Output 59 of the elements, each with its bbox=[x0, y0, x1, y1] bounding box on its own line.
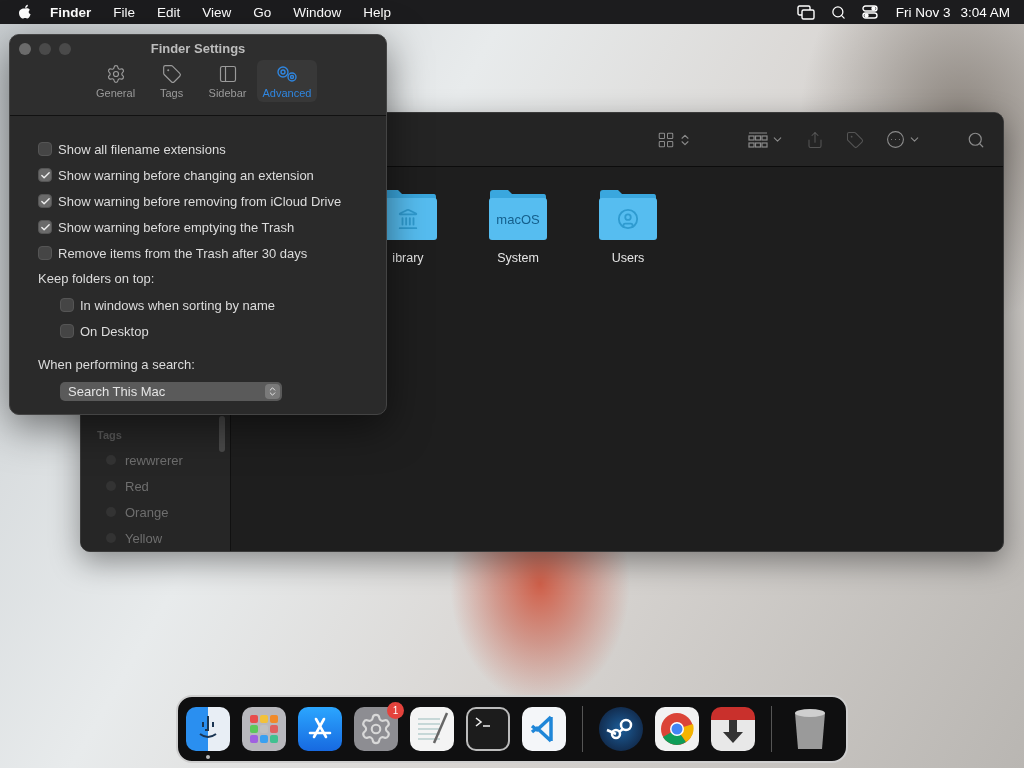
menu-item[interactable]: Go bbox=[253, 4, 272, 20]
close-button[interactable] bbox=[19, 43, 31, 55]
app-grid-icon[interactable] bbox=[242, 707, 286, 751]
tag-icon bbox=[161, 64, 182, 84]
option-label: Show warning before changing an extension bbox=[58, 167, 314, 183]
stepper-icon bbox=[265, 384, 280, 399]
checkbox[interactable] bbox=[38, 220, 52, 234]
checkbox[interactable] bbox=[38, 246, 52, 260]
more-icon[interactable] bbox=[886, 130, 905, 149]
option-label: Show warning before emptying the Trash bbox=[58, 219, 295, 235]
time-text[interactable]: 3:04 AM bbox=[960, 4, 1010, 20]
checkbox[interactable] bbox=[60, 324, 74, 338]
window-title: Finder Settings bbox=[150, 41, 246, 56]
tab[interactable]: Tags bbox=[144, 60, 199, 102]
app-store-icon[interactable] bbox=[298, 707, 342, 751]
sidebar-icon bbox=[217, 64, 238, 84]
menu-item[interactable]: Edit bbox=[157, 4, 181, 20]
menu-item[interactable]: File bbox=[113, 4, 136, 20]
menu-item[interactable]: View bbox=[202, 4, 232, 20]
option-label: On Desktop bbox=[80, 323, 149, 339]
checkbox[interactable] bbox=[38, 142, 52, 156]
menu-item[interactable]: Window bbox=[293, 4, 342, 20]
scrollbar[interactable] bbox=[219, 416, 225, 452]
menu-item[interactable]: Finder bbox=[50, 4, 92, 20]
checkbox[interactable] bbox=[38, 168, 52, 182]
checkbox[interactable] bbox=[38, 194, 52, 208]
checkbox[interactable] bbox=[60, 298, 74, 312]
option-label: Show all filename extensions bbox=[58, 141, 226, 157]
apple-logo-icon[interactable] bbox=[18, 3, 32, 21]
gear-icon bbox=[105, 64, 126, 84]
folder-label[interactable]: System bbox=[497, 251, 539, 265]
grid-view-icon[interactable] bbox=[657, 130, 675, 149]
tab[interactable]: Sidebar bbox=[200, 60, 255, 102]
gears-icon bbox=[274, 64, 300, 84]
terminal-icon[interactable] bbox=[466, 707, 510, 751]
notification-badge: 1 bbox=[387, 702, 404, 719]
tab[interactable]: General bbox=[88, 60, 143, 102]
code-editor-icon[interactable] bbox=[522, 707, 566, 751]
browser-icon[interactable] bbox=[655, 707, 699, 751]
menu-item[interactable]: Help bbox=[363, 4, 392, 20]
screens-icon[interactable] bbox=[796, 4, 815, 20]
search-scope-dropdown[interactable]: Search This Mac bbox=[60, 382, 282, 401]
folder-label[interactable]: ibrary bbox=[392, 251, 424, 265]
option-label: In windows when sorting by name bbox=[80, 297, 276, 313]
running-indicator bbox=[206, 755, 210, 759]
notepad-icon[interactable] bbox=[410, 707, 454, 751]
toggles-icon[interactable] bbox=[861, 5, 878, 19]
section-label: Keep folders on top: bbox=[38, 270, 155, 288]
folder-label[interactable]: Users bbox=[611, 251, 645, 265]
search-icon[interactable] bbox=[830, 4, 846, 20]
option-label: Remove items from the Trash after 30 days bbox=[58, 245, 308, 261]
group-grid-icon[interactable] bbox=[748, 131, 768, 148]
folder-label: macOS bbox=[496, 211, 540, 227]
gear-icon[interactable] bbox=[354, 707, 398, 751]
section-label: When performing a search: bbox=[38, 356, 195, 374]
folder-icon[interactable] bbox=[598, 189, 658, 241]
option-label: Show warning before removing from iCloud Drive bbox=[58, 193, 342, 209]
date-text[interactable]: Fri Nov 3 bbox=[895, 4, 951, 20]
finder-face-icon[interactable] bbox=[186, 707, 230, 751]
